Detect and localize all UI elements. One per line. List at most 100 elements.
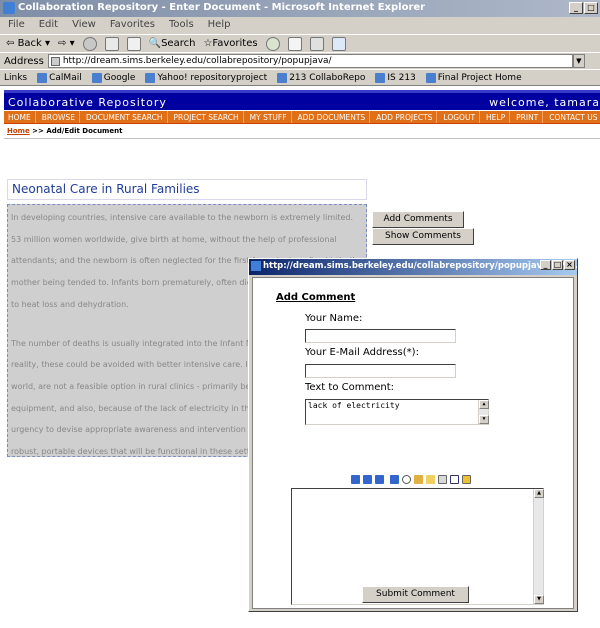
name-label: Your Name:: [305, 313, 363, 324]
link-icon: [37, 72, 48, 83]
menu-favorites[interactable]: Favorites: [110, 19, 155, 34]
search-icon[interactable]: [402, 475, 411, 484]
address-bar: Address http://dream.sims.berkeley.edu/c…: [0, 52, 600, 69]
address-url: http://dream.sims.berkeley.edu/collabrep…: [62, 56, 332, 66]
link-text: Yahoo! repositoryproject: [157, 72, 268, 83]
link-icon: [425, 72, 436, 83]
nav-print[interactable]: PRINT: [512, 111, 544, 123]
link-text: Final Project Home: [437, 72, 522, 83]
table-icon[interactable]: [450, 475, 459, 484]
search-button[interactable]: 🔍Search: [149, 38, 196, 49]
arrow-right-icon[interactable]: [375, 475, 384, 484]
link-google[interactable]: Google: [91, 72, 136, 83]
document-title: Neonatal Care in Rural Families: [7, 179, 367, 200]
link-text: IS 213: [387, 72, 416, 83]
menu-view[interactable]: View: [72, 19, 96, 34]
email-label: Your E-Mail Address(*):: [305, 347, 419, 358]
menu-bar: File Edit View Favorites Tools Help: [0, 17, 600, 34]
favorites-label: Favorites: [212, 38, 258, 49]
search-label: Search: [161, 38, 196, 49]
breadcrumb: Home >> Add/Edit Document: [7, 127, 122, 135]
scrollbar[interactable]: ▲ ▼: [478, 400, 489, 424]
minimize-icon[interactable]: _: [540, 260, 551, 270]
nav-home[interactable]: HOME: [4, 111, 36, 123]
text-label: Text to Comment:: [305, 382, 394, 393]
scroll-up-icon[interactable]: ▲: [534, 489, 544, 498]
link-icon: [145, 72, 156, 83]
show-comments-button[interactable]: Show Comments: [372, 228, 474, 245]
maximize-icon[interactable]: □: [552, 260, 563, 270]
maximize-icon[interactable]: □: [584, 2, 598, 14]
link-text: CalMail: [49, 72, 82, 83]
address-label: Address: [4, 55, 44, 67]
ie-logo-icon: [251, 261, 261, 271]
nav-help[interactable]: HELP: [482, 111, 511, 123]
welcome-text: welcome, tamara: [489, 96, 600, 109]
upload-icon[interactable]: [438, 475, 447, 484]
link-yahoo[interactable]: Yahoo! repositoryproject: [145, 72, 268, 83]
links-bar: Links CalMail Google Yahoo! repositorypr…: [0, 69, 600, 86]
minimize-icon[interactable]: _: [569, 2, 583, 14]
refresh-icon[interactable]: [104, 36, 119, 51]
nav-add-projects[interactable]: ADD PROJECTS: [372, 111, 438, 123]
nav-my-stuff[interactable]: MY STUFF: [246, 111, 292, 123]
scroll-up-icon[interactable]: ▲: [479, 400, 489, 409]
breadcrumb-home-link[interactable]: Home: [7, 127, 30, 135]
popup-title-bar: http://dream.sims.berkeley.edu/collabrep…: [249, 259, 577, 275]
menu-tools[interactable]: Tools: [169, 19, 194, 34]
scrollbar[interactable]: ▲ ▼: [533, 489, 544, 604]
site-header: Collaborative Repository welcome, tamara: [4, 90, 600, 110]
comment-text-field[interactable]: lack of electricity ▲ ▼: [305, 399, 489, 425]
scroll-down-icon[interactable]: ▼: [479, 415, 489, 424]
link-text: 213 CollaboRepo: [289, 72, 366, 83]
menu-edit[interactable]: Edit: [39, 19, 58, 34]
arrow-right-icon[interactable]: [363, 475, 372, 484]
edit-icon[interactable]: [331, 36, 346, 51]
forward-icon[interactable]: ⇨ ▾: [58, 38, 75, 49]
name-field[interactable]: [305, 329, 456, 343]
pencil-icon[interactable]: [414, 475, 423, 484]
nav-add-documents[interactable]: ADD DOCUMENTS: [294, 111, 371, 123]
address-dropdown-icon[interactable]: ▼: [572, 54, 585, 68]
link-213-collaborepo[interactable]: 213 CollaboRepo: [277, 72, 366, 83]
link-text: Google: [103, 72, 136, 83]
image-icon[interactable]: [462, 475, 471, 484]
email-field[interactable]: [305, 364, 456, 378]
menu-help[interactable]: Help: [208, 19, 231, 34]
arrow-up-icon[interactable]: [390, 475, 399, 484]
arrow-left-icon[interactable]: [351, 475, 360, 484]
home-icon[interactable]: [126, 36, 141, 51]
address-input[interactable]: http://dream.sims.berkeley.edu/collabrep…: [47, 54, 573, 68]
popup-content: Add Comment Your Name: Your E-Mail Addre…: [252, 277, 574, 609]
nav-logout[interactable]: LOGOUT: [439, 111, 481, 123]
back-button[interactable]: ⇦ Back ▾: [6, 38, 50, 49]
close-icon[interactable]: ×: [564, 260, 575, 270]
browser-toolbar: ⇦ Back ▾ ⇨ ▾ 🔍Search ☆Favorites: [0, 34, 600, 52]
popup-title: http://dream.sims.berkeley.edu/collabrep…: [263, 261, 577, 271]
back-label: Back: [17, 38, 42, 49]
history-icon[interactable]: [265, 36, 280, 51]
nav-project-search[interactable]: PROJECT SEARCH: [170, 111, 244, 123]
link-calmail[interactable]: CalMail: [37, 72, 82, 83]
scroll-down-icon[interactable]: ▼: [534, 595, 544, 604]
stop-icon[interactable]: [82, 36, 97, 51]
link-icon: [277, 72, 288, 83]
nav-document-search[interactable]: DOCUMENT SEARCH: [82, 111, 168, 123]
folder-icon[interactable]: [426, 475, 435, 484]
add-comments-button[interactable]: Add Comments: [372, 211, 464, 228]
browser-title-bar: Collaboration Repository - Enter Documen…: [0, 0, 600, 17]
breadcrumb-current: >> Add/Edit Document: [29, 127, 123, 135]
link-final-project[interactable]: Final Project Home: [425, 72, 522, 83]
favorites-button[interactable]: ☆Favorites: [203, 38, 257, 49]
mail-icon[interactable]: [287, 36, 302, 51]
submit-comment-button[interactable]: Submit Comment: [362, 586, 469, 603]
print-icon[interactable]: [309, 36, 324, 51]
link-is-213[interactable]: IS 213: [375, 72, 416, 83]
menu-file[interactable]: File: [8, 19, 25, 34]
comment-text-value: lack of electricity: [308, 401, 400, 410]
nav-browse[interactable]: BROWSE: [38, 111, 80, 123]
link-icon: [375, 72, 386, 83]
nav-contact-us[interactable]: CONTACT US: [545, 111, 600, 123]
links-label: Links: [4, 72, 28, 83]
divider: [4, 138, 600, 139]
